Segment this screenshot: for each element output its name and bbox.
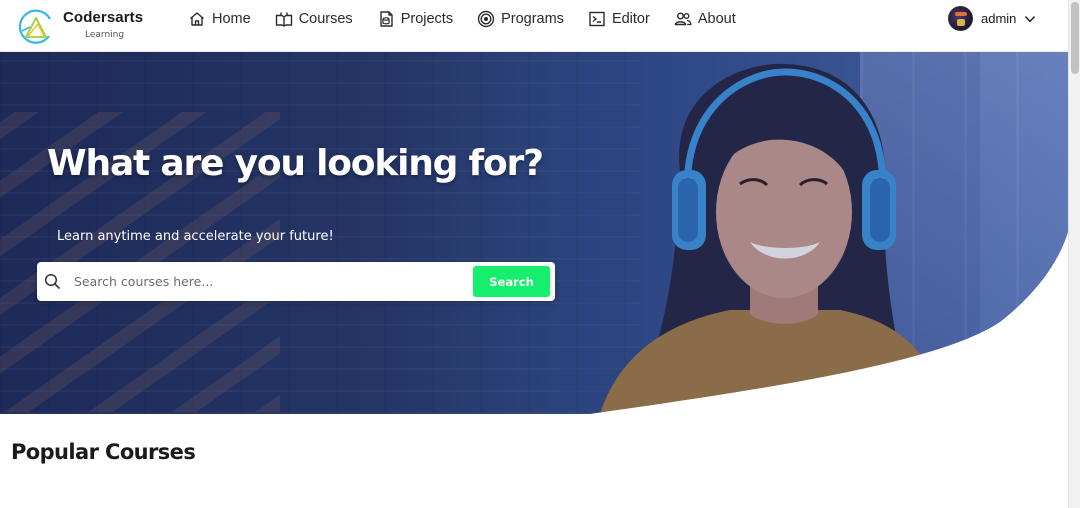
main-nav: Home Courses Projects Programs Editor Ab… xyxy=(188,0,760,38)
hero-student-image xyxy=(560,52,980,414)
scrollbar-thumb[interactable] xyxy=(1071,2,1079,74)
book-icon xyxy=(275,10,293,28)
nav-editor-label: Editor xyxy=(611,11,650,27)
nav-home-label: Home xyxy=(212,11,251,27)
nav-courses[interactable]: Courses xyxy=(275,0,353,38)
user-menu[interactable]: admin xyxy=(948,6,1036,31)
hero-subtitle: Learn anytime and accelerate your future… xyxy=(57,229,334,244)
nav-about[interactable]: About xyxy=(674,0,736,38)
home-icon xyxy=(188,10,206,28)
chevron-down-icon xyxy=(1024,13,1036,25)
brand-logo-link[interactable]: Codersarts Learning xyxy=(16,6,143,46)
search-input[interactable] xyxy=(74,268,504,295)
codersarts-logo-icon xyxy=(16,6,56,46)
brand-name: Codersarts xyxy=(63,9,144,26)
nav-programs-label: Programs xyxy=(501,11,564,27)
terminal-icon xyxy=(588,10,606,28)
nav-programs[interactable]: Programs xyxy=(477,0,564,38)
users-icon xyxy=(674,10,692,28)
nav-about-label: About xyxy=(697,11,736,27)
hero-title: What are you looking for? xyxy=(47,143,544,184)
target-icon xyxy=(477,10,495,28)
nav-editor[interactable]: Editor xyxy=(588,0,650,38)
avatar xyxy=(948,6,973,31)
course-search-bar: Search xyxy=(37,262,555,301)
popular-courses-heading: Popular Courses xyxy=(11,440,196,464)
top-navbar: Codersarts Learning Home Courses Project… xyxy=(0,0,1068,52)
nav-projects-label: Projects xyxy=(400,11,454,27)
search-icon xyxy=(44,273,61,290)
nav-courses-label: Courses xyxy=(298,11,353,27)
page-scrollbar[interactable] xyxy=(1068,0,1080,508)
search-button[interactable]: Search xyxy=(473,266,550,297)
file-stack-icon xyxy=(377,10,395,28)
nav-home[interactable]: Home xyxy=(188,0,251,38)
nav-projects[interactable]: Projects xyxy=(377,0,453,38)
brand-subtitle: Learning xyxy=(85,30,125,40)
user-name: admin xyxy=(981,11,1017,26)
